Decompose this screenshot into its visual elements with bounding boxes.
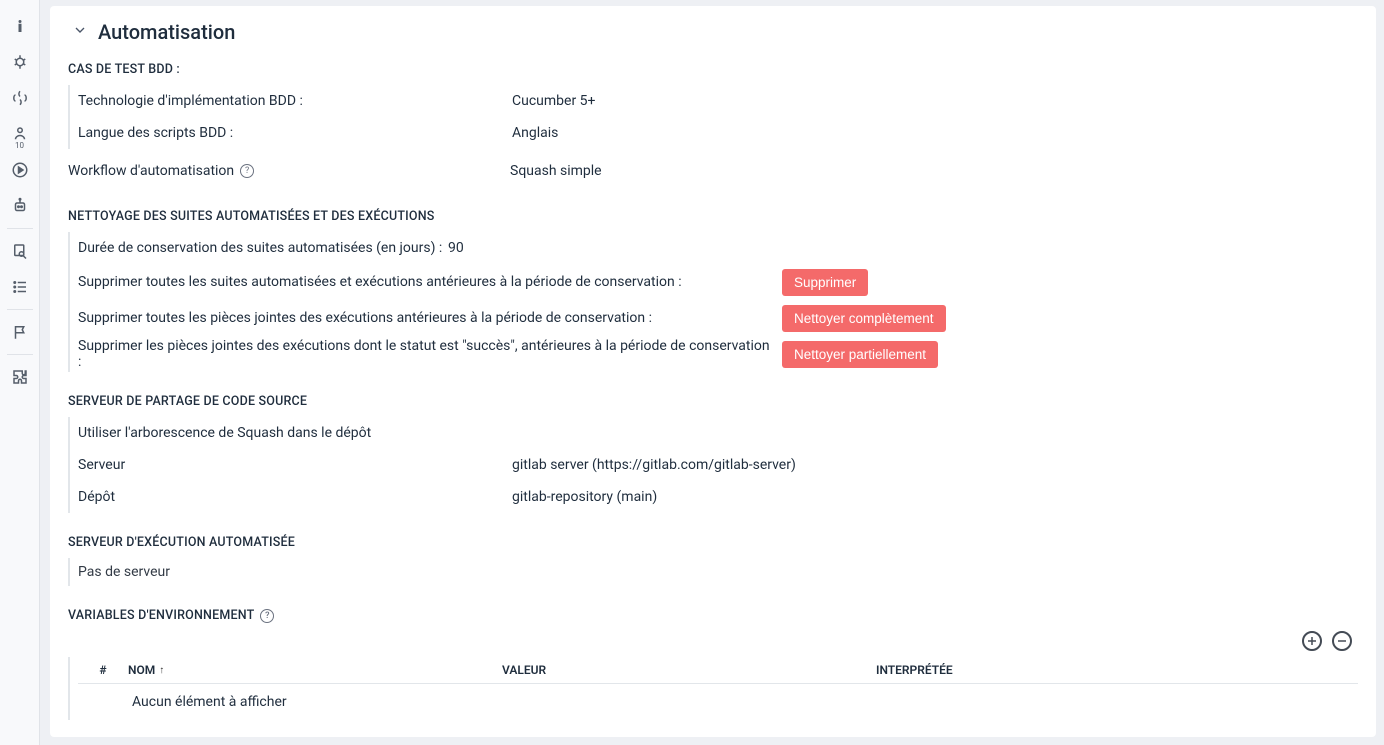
panel-title: Automatisation (98, 20, 235, 44)
col-interp[interactable]: INTERPRÉTÉE (876, 663, 1354, 677)
delete-suites-label: Supprimer toutes les suites automatisées… (78, 274, 782, 290)
no-server-text: Pas de serveur (68, 558, 1358, 586)
clean-all-button[interactable]: Nettoyer complètement (782, 305, 946, 332)
server-label: Serveur (78, 457, 512, 473)
sidebar-separator (7, 354, 33, 355)
delete-attach-label: Supprimer toutes les pièces jointes des … (78, 310, 782, 326)
section-scm-title: SERVEUR DE PARTAGE DE CODE SOURCE (68, 394, 1358, 409)
section-env-title: VARIABLES D'ENVIRONNEMENT ? (68, 608, 1358, 623)
use-tree-label: Utiliser l'arborescence de Squash dans l… (78, 425, 512, 441)
bdd-tech-label: Technologie d'implémentation BDD : (78, 93, 512, 109)
repo-label: Dépôt (78, 489, 512, 505)
sidebar-separator (7, 228, 33, 229)
env-table-empty: Aucun élément à afficher (78, 684, 1358, 720)
user-icon[interactable]: 10 (0, 116, 40, 152)
automation-panel: Automatisation CAS DE TEST BDD : Technol… (50, 6, 1376, 737)
bdd-lang-value[interactable]: Anglais (512, 125, 558, 141)
help-icon[interactable]: ? (260, 609, 274, 623)
flag-icon[interactable] (0, 314, 40, 350)
retention-value[interactable]: 90 (448, 240, 464, 256)
retention-label: Durée de conservation des suites automat… (78, 240, 448, 256)
play-icon[interactable] (0, 152, 40, 188)
bdd-lang-label: Langue des scripts BDD : (78, 125, 512, 141)
remove-env-button[interactable] (1332, 631, 1352, 651)
list-icon[interactable] (0, 269, 40, 305)
sidebar-separator (7, 309, 33, 310)
check-icon: ✓ (520, 437, 530, 451)
help-icon[interactable]: ? (240, 164, 254, 178)
workflow-value[interactable]: Squash simple (510, 163, 602, 179)
chevron-down-icon (72, 22, 88, 42)
section-bdd-title: CAS DE TEST BDD : (68, 62, 1358, 77)
link-icon[interactable] (0, 80, 40, 116)
extension-icon[interactable] (0, 359, 40, 395)
delete-success-label: Supprimer les pièces jointes des exécuti… (78, 338, 782, 370)
add-env-button[interactable] (1302, 631, 1322, 651)
delete-suites-button[interactable]: Supprimer (782, 269, 868, 296)
robot-icon[interactable] (0, 188, 40, 224)
info-icon[interactable] (0, 8, 40, 44)
bdd-tech-value[interactable]: Cucumber 5+ (512, 93, 595, 109)
col-name[interactable]: NOM ↑ (128, 663, 498, 677)
clean-partial-button[interactable]: Nettoyer partiellement (782, 341, 938, 368)
col-num[interactable]: # (82, 663, 124, 677)
col-value[interactable]: VALEUR (502, 663, 872, 677)
search-doc-icon[interactable] (0, 233, 40, 269)
sidebar: 10 (0, 0, 40, 745)
workflow-label: Workflow d'automatisation ? (68, 163, 510, 179)
bug-icon[interactable] (0, 44, 40, 80)
section-exec-title: SERVEUR D'EXÉCUTION AUTOMATISÉE (68, 535, 1358, 550)
env-table-header: # NOM ↑ VALEUR INTERPRÉTÉE (78, 657, 1358, 684)
user-badge: 10 (15, 142, 24, 150)
sort-asc-icon: ↑ (159, 665, 164, 676)
repo-value[interactable]: gitlab-repository (main) (512, 489, 657, 505)
server-value[interactable]: gitlab server (https://gitlab.com/gitlab… (512, 457, 796, 473)
panel-header[interactable]: Automatisation (68, 20, 1358, 44)
section-cleanup-title: NETTOYAGE DES SUITES AUTOMATISÉES ET DES… (68, 209, 1358, 224)
